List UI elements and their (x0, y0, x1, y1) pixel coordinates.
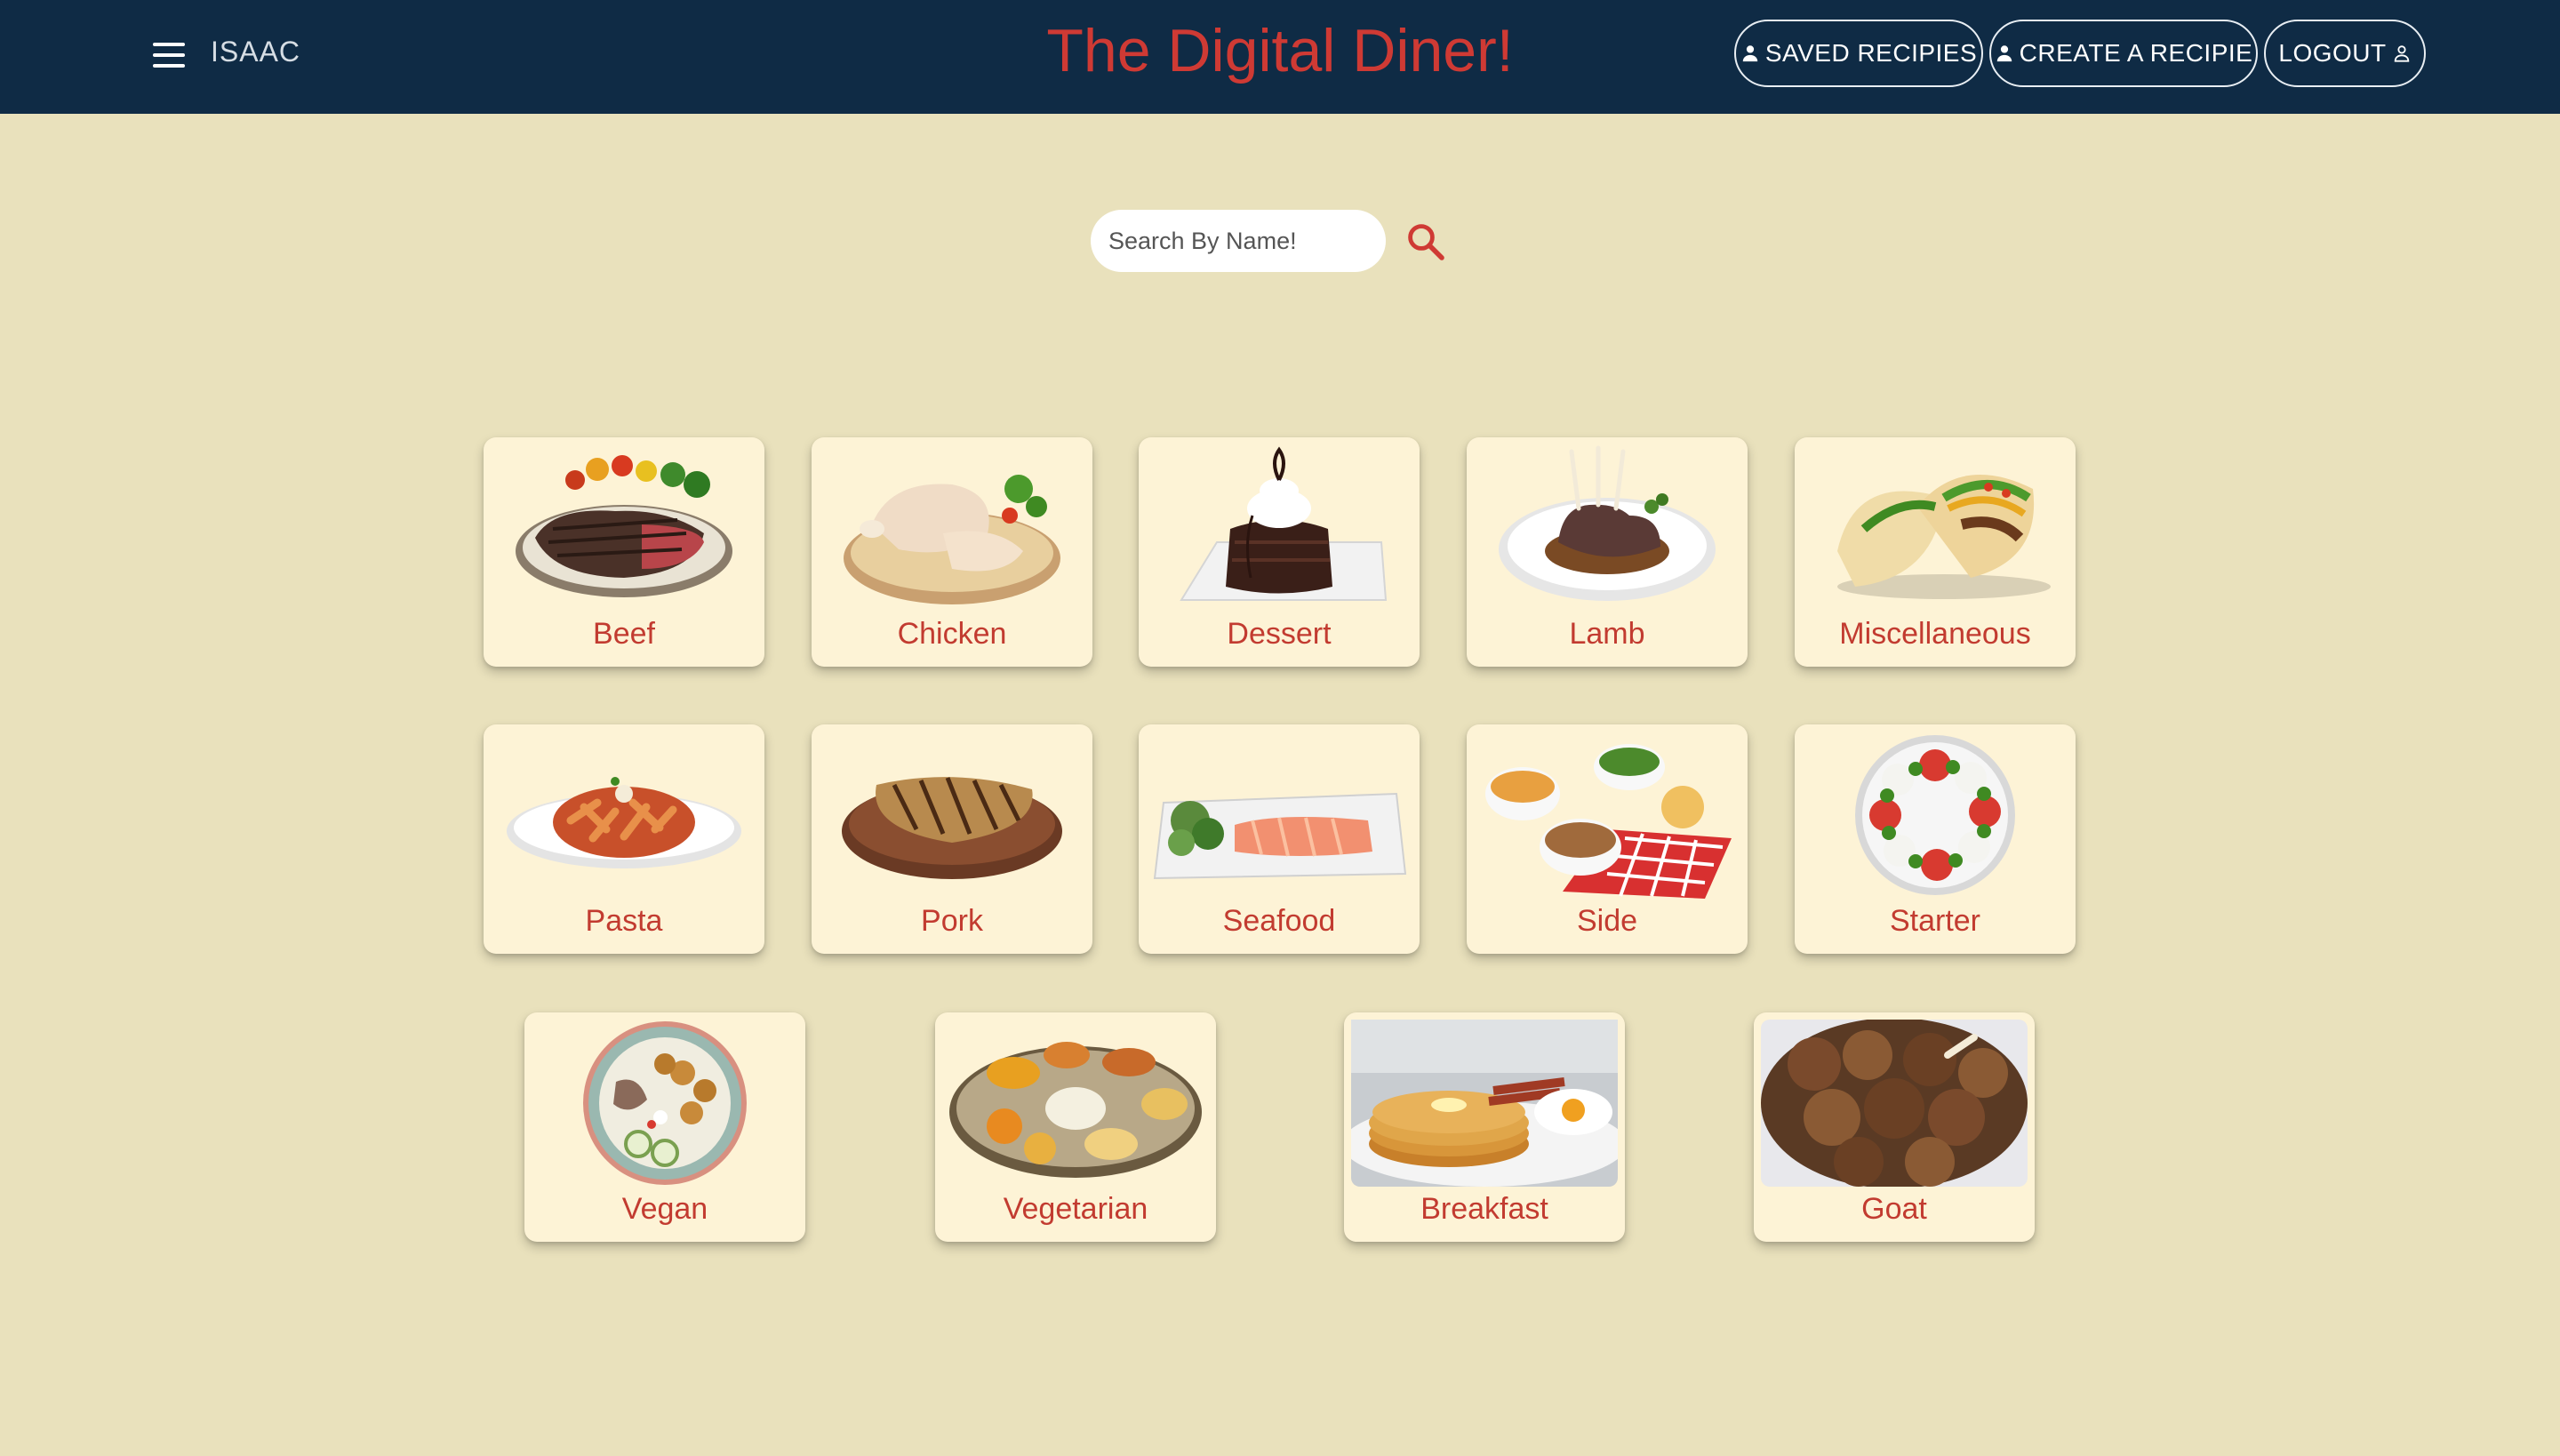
category-card-beef[interactable]: Beef (484, 437, 764, 667)
goat-image (1761, 1020, 2028, 1187)
lamb-image (1499, 445, 1716, 601)
category-label: Miscellaneous (1839, 617, 2031, 651)
category-card-side[interactable]: Side (1467, 724, 1748, 954)
category-card-pasta[interactable]: Pasta (484, 724, 764, 954)
category-card-pork[interactable]: Pork (812, 724, 1092, 954)
vegetarian-image (949, 1042, 1202, 1178)
category-card-vegetarian[interactable]: Vegetarian (935, 1012, 1216, 1242)
dessert-image (1180, 446, 1388, 601)
category-card-breakfast[interactable]: Breakfast (1344, 1012, 1625, 1242)
side-image (1485, 744, 1732, 899)
pork-image (842, 777, 1062, 879)
top-navbar: ISAAC The Digital Diner! SAVED RECIPIES … (0, 0, 2560, 114)
category-label: Beef (593, 617, 655, 651)
create-recipe-label: CREATE A RECIPIE (2019, 39, 2253, 67)
category-label: Chicken (897, 617, 1007, 651)
category-label: Starter (1889, 904, 1981, 938)
starter-image (1855, 735, 2015, 895)
category-card-chicken[interactable]: Chicken (812, 437, 1092, 667)
miscellaneous-image (1837, 475, 2051, 599)
seafood-image (1153, 792, 1407, 880)
category-card-seafood[interactable]: Seafood (1139, 724, 1420, 954)
pasta-image (507, 777, 741, 868)
category-label: Dessert (1227, 617, 1332, 651)
category-label: Vegetarian (1003, 1192, 1148, 1226)
person-outline-icon (2394, 45, 2409, 62)
category-card-miscellaneous[interactable]: Miscellaneous (1795, 437, 2076, 667)
vegan-image (583, 1021, 747, 1185)
category-card-dessert[interactable]: Dessert (1139, 437, 1420, 667)
menu-icon[interactable] (153, 43, 185, 68)
user-name: ISAAC (211, 36, 301, 68)
saved-recipes-button[interactable]: SAVED RECIPIES (1734, 20, 1983, 87)
category-label: Vegan (621, 1192, 708, 1226)
beef-image (516, 455, 732, 597)
category-label: Lamb (1569, 617, 1645, 651)
category-card-vegan[interactable]: Vegan (524, 1012, 805, 1242)
category-label: Seafood (1222, 904, 1336, 938)
category-label: Breakfast (1420, 1192, 1548, 1226)
category-label: Pasta (585, 904, 663, 938)
search-icon[interactable] (1404, 220, 1447, 263)
category-card-starter[interactable]: Starter (1795, 724, 2076, 954)
create-recipe-button[interactable]: CREATE A RECIPIE (1989, 20, 2258, 87)
category-card-goat[interactable]: Goat (1754, 1012, 2035, 1242)
category-label: Goat (1861, 1192, 1927, 1226)
logout-label: LOGOUT (2278, 39, 2387, 67)
category-label: Pork (921, 904, 983, 938)
category-card-lamb[interactable]: Lamb (1467, 437, 1748, 667)
category-label: Side (1576, 904, 1638, 938)
logout-button[interactable]: LOGOUT (2264, 20, 2426, 87)
breakfast-image (1351, 1020, 1618, 1187)
person-icon (1742, 45, 1758, 62)
person-icon (1996, 45, 2012, 62)
search-input[interactable] (1091, 210, 1386, 272)
saved-recipes-label: SAVED RECIPIES (1764, 39, 1978, 67)
chicken-image (844, 475, 1060, 604)
